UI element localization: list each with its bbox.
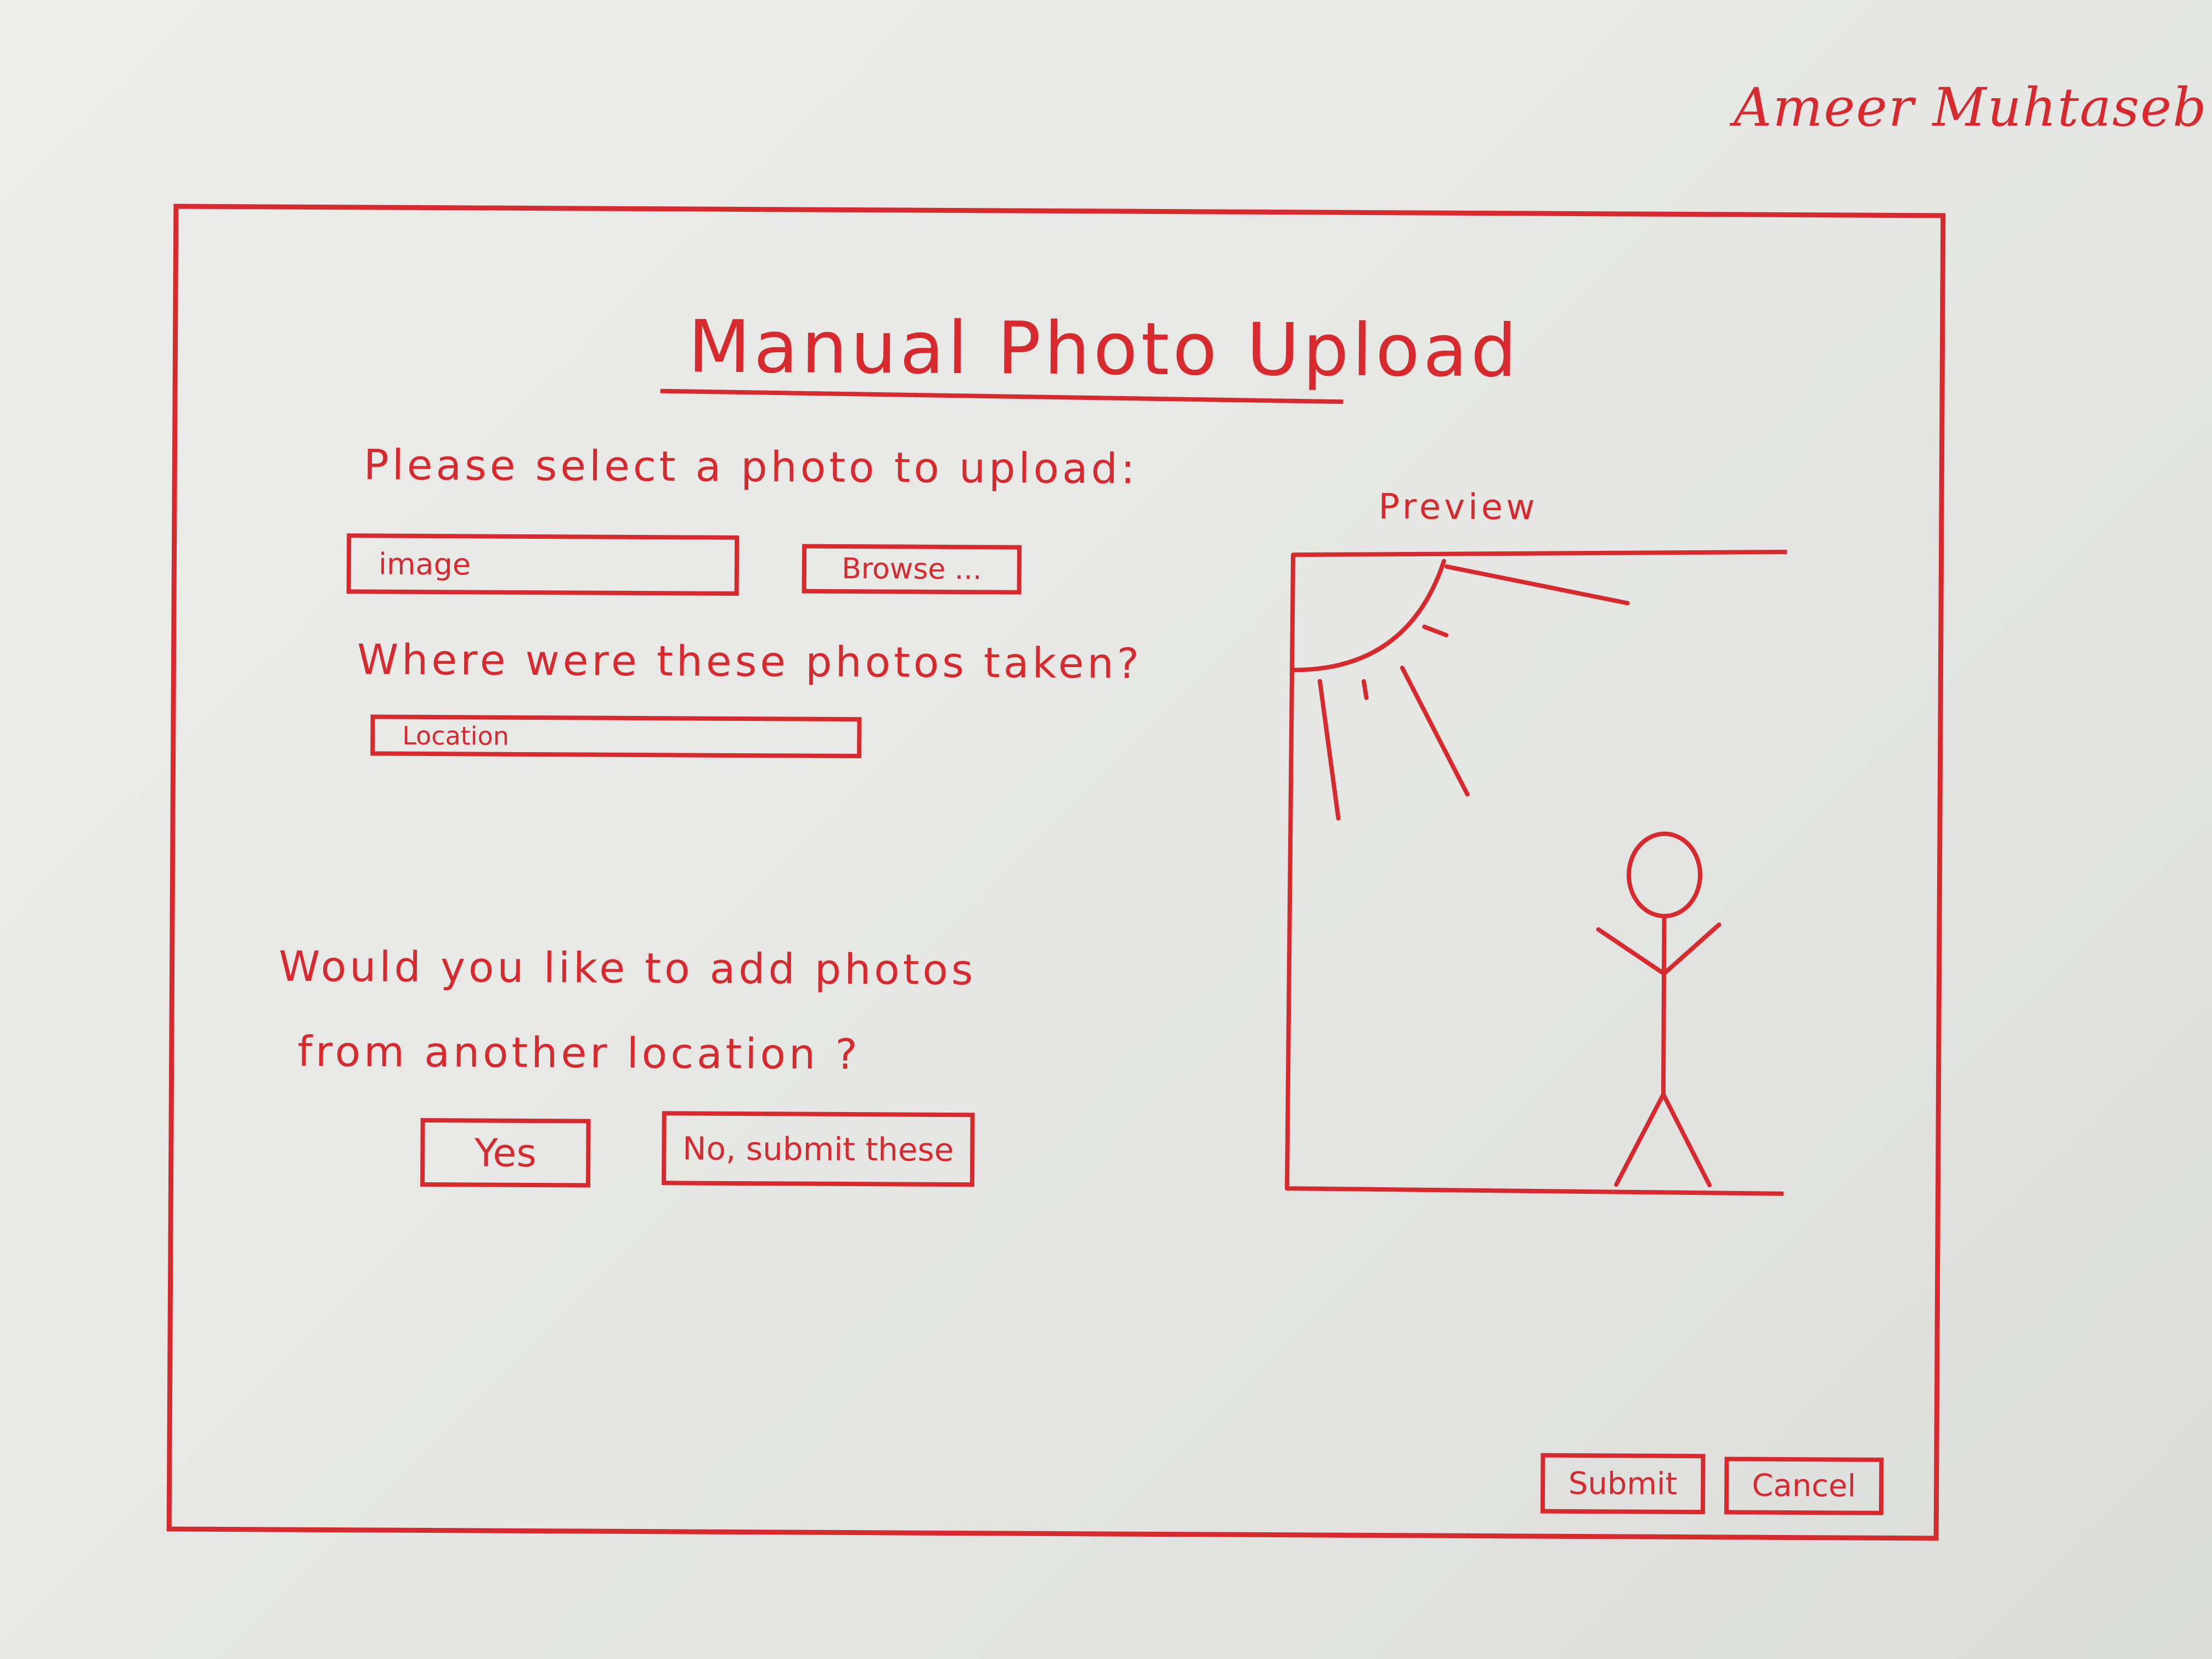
add-more-question-line1: Would you like to add photos [278, 941, 977, 995]
location-label: Where were these photos taken? [357, 635, 1143, 688]
select-photo-label: Please select a photo to upload: [363, 440, 1138, 493]
location-placeholder: Location [402, 720, 509, 751]
author-signature: Ameer Muhtaseb [1734, 77, 2208, 138]
preview-label: Preview [1378, 487, 1538, 528]
no-submit-these-label: No, submit these [682, 1129, 954, 1169]
image-path-placeholder: image [378, 546, 471, 582]
yes-button-label: Yes [474, 1130, 537, 1176]
browse-button-label: Browse ... [841, 552, 982, 586]
location-field[interactable]: Location [370, 714, 862, 759]
cancel-button[interactable]: Cancel [1724, 1457, 1884, 1515]
stick-figure-head [1626, 831, 1702, 918]
submit-button[interactable]: Submit [1540, 1453, 1706, 1515]
yes-button[interactable]: Yes [420, 1118, 591, 1188]
upload-dialog: Manual Photo Upload Please select a phot… [166, 204, 1946, 1541]
preview-sketch-icon [1284, 550, 1799, 1197]
cancel-button-label: Cancel [1752, 1468, 1857, 1504]
browse-button[interactable]: Browse ... [802, 544, 1022, 595]
preview-pane [1284, 544, 1799, 1199]
submit-button-label: Submit [1568, 1465, 1678, 1502]
preview-frame [1284, 550, 1799, 1197]
no-submit-these-button[interactable]: No, submit these [662, 1111, 975, 1187]
dialog-title: Manual Photo Upload [687, 304, 1521, 394]
add-more-question-line2: from another location ? [297, 1026, 861, 1079]
image-path-field[interactable]: image [346, 533, 740, 596]
sun-icon [1290, 558, 1446, 673]
